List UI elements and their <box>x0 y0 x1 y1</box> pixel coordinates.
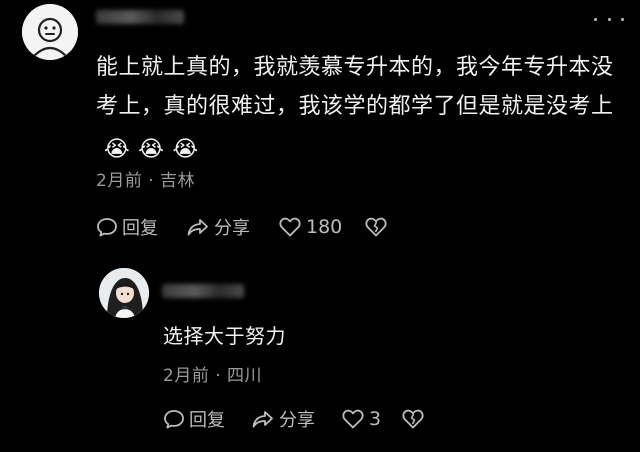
username-blurred[interactable] <box>96 10 184 24</box>
meta-separator: · <box>148 171 155 191</box>
reply-username-blurred[interactable] <box>162 284 244 298</box>
share-arrow-icon <box>252 411 273 428</box>
reply-like-button[interactable]: 3 <box>341 408 381 430</box>
reply-time: 2月前 <box>163 366 210 386</box>
reply-location: 四川 <box>227 366 263 386</box>
reply-dislike-button[interactable] <box>401 408 425 430</box>
broken-heart-icon <box>365 217 387 237</box>
comment-meta: 2月前 · 吉林 <box>96 166 195 191</box>
heart-icon <box>279 217 301 237</box>
comment-actions: 回复 分享 180 <box>96 214 388 240</box>
more-options-icon[interactable] <box>594 12 624 26</box>
reply-label: 回复 <box>122 218 158 239</box>
user-avatar[interactable] <box>22 4 78 60</box>
broken-heart-icon <box>402 409 424 429</box>
reply-share-button[interactable]: 分享 <box>251 406 315 432</box>
share-arrow-icon <box>187 219 208 236</box>
anime-girl-avatar-icon <box>99 268 149 318</box>
share-button[interactable]: 分享 <box>186 214 250 240</box>
comment-location: 吉林 <box>160 171 196 191</box>
emoji-group: 😭 😭 😭 <box>104 130 199 169</box>
dislike-button[interactable] <box>364 216 388 238</box>
comment-bubble-icon <box>164 410 184 429</box>
reply-actions: 回复 分享 3 <box>163 406 425 432</box>
share-label: 分享 <box>214 218 250 239</box>
comment-body: 能上就上真的，我就羡慕专升本的，我今年专升本没考上，真的很难过，我该学的都学了但… <box>96 55 614 119</box>
reply-meta: 2月前 · 四川 <box>163 361 262 386</box>
default-avatar-icon <box>22 4 78 60</box>
like-count: 3 <box>369 408 382 430</box>
crying-face-icon: 😭 <box>172 137 199 162</box>
comment-time: 2月前 <box>96 171 143 191</box>
reply-text: 选择大于努力 <box>163 324 286 348</box>
reply-user-avatar[interactable] <box>99 268 149 318</box>
comment-text: 能上就上真的，我就羡慕专升本的，我今年专升本没考上，真的很难过，我该学的都学了但… <box>96 48 616 169</box>
reply-reply-button[interactable]: 回复 <box>163 406 225 432</box>
like-count: 180 <box>306 216 343 238</box>
heart-icon <box>342 409 364 429</box>
like-button[interactable]: 180 <box>278 216 342 238</box>
comment-bubble-icon <box>97 218 117 237</box>
meta-separator: · <box>215 366 222 386</box>
share-label: 分享 <box>279 410 315 431</box>
crying-face-icon: 😭 <box>104 137 131 162</box>
reply-button[interactable]: 回复 <box>96 214 158 240</box>
reply-label: 回复 <box>189 410 225 431</box>
crying-face-icon: 😭 <box>138 137 165 162</box>
